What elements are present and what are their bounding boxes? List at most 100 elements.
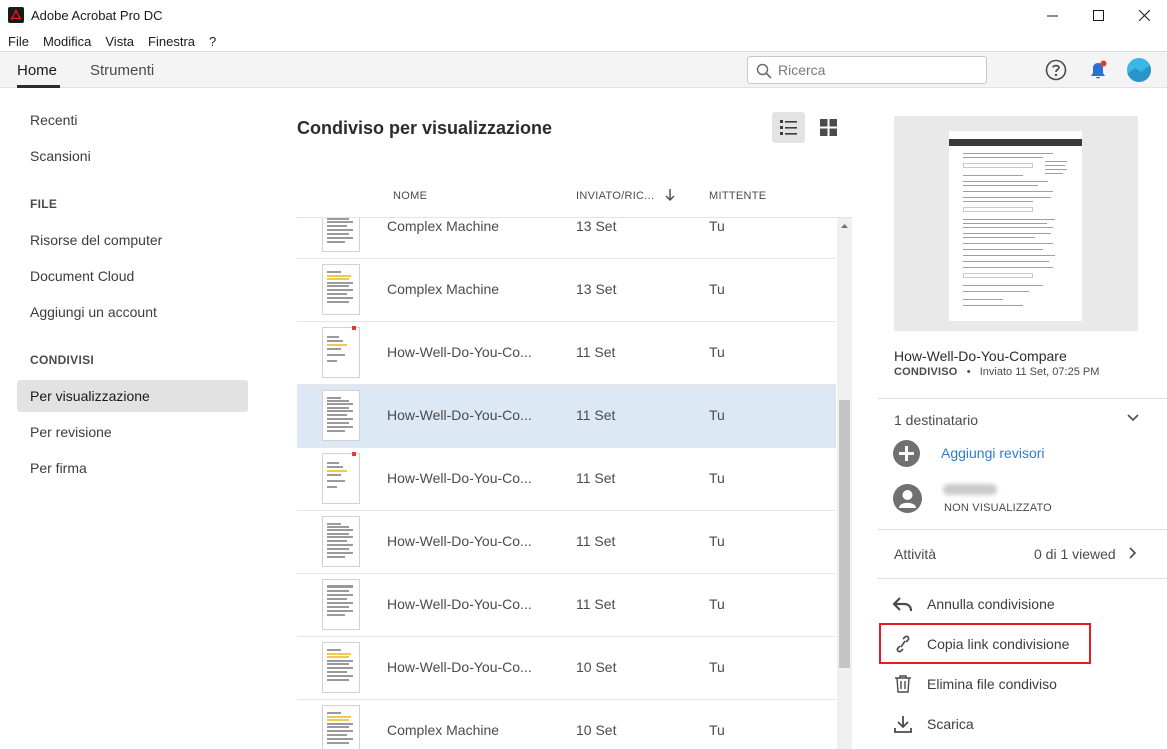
divider: [878, 578, 1167, 579]
download-icon: [894, 716, 912, 733]
file-thumbnail: [322, 264, 360, 315]
meta-separator: •: [960, 366, 977, 378]
file-thumbnail: [322, 452, 360, 504]
file-thumbnail: [322, 390, 360, 441]
file-thumbnail: [322, 516, 360, 567]
divider: [878, 398, 1167, 399]
recipients-count[interactable]: 1 destinatario: [894, 412, 978, 428]
search-box[interactable]: [747, 56, 987, 84]
menu-modifica[interactable]: Modifica: [43, 34, 91, 49]
close-button[interactable]: [1121, 0, 1167, 31]
file-thumbnail: [322, 326, 360, 378]
page-title: Condiviso per visualizzazione: [297, 118, 553, 138]
table-row[interactable]: How-Well-Do-You-Co... 11 Set Tu: [297, 511, 836, 574]
selected-file-meta: CONDIVISO • Inviato 11 Set, 07:25 PM: [894, 366, 1099, 378]
menu-help[interactable]: ?: [209, 34, 216, 49]
file-sender: Tu: [709, 407, 725, 423]
column-header-inviato[interactable]: INVIATO/RIC...: [576, 190, 654, 202]
scrollbar-thumb[interactable]: [839, 400, 850, 668]
menu-finestra[interactable]: Finestra: [148, 34, 195, 49]
document-preview[interactable]: [894, 116, 1138, 331]
column-header-nome[interactable]: NOME: [393, 190, 427, 202]
file-sent-date: 11 Set: [576, 407, 616, 423]
grid-view-button[interactable]: [812, 112, 845, 143]
file-sender: Tu: [709, 533, 725, 549]
sidebar-item-aggiungi-account[interactable]: Aggiungi un account: [17, 296, 248, 328]
unshare-label: Annulla condivisione: [927, 596, 1055, 612]
file-name: How-Well-Do-You-Co...: [387, 533, 532, 549]
search-input[interactable]: [778, 61, 978, 79]
table-row[interactable]: Complex Machine 13 Set Tu: [297, 218, 836, 259]
list-view-icon: [780, 120, 797, 135]
recipient-avatar-icon: [893, 484, 922, 513]
menu-bar: File Modifica Vista Finestra ?: [0, 31, 1167, 51]
file-name: How-Well-Do-You-Co...: [387, 659, 532, 675]
table-row[interactable]: Complex Machine 13 Set Tu: [297, 259, 836, 322]
grid-view-icon: [820, 119, 837, 136]
sidebar-item-scansioni[interactable]: Scansioni: [17, 140, 248, 172]
scroll-up-arrow-icon[interactable]: [837, 218, 852, 235]
divider: [878, 529, 1167, 530]
undo-share-icon: [892, 597, 913, 612]
tab-strumenti[interactable]: Strumenti: [90, 62, 154, 79]
table-row[interactable]: How-Well-Do-You-Co... 10 Set Tu: [297, 637, 836, 700]
sidebar-item-per-revisione[interactable]: Per revisione: [17, 416, 248, 448]
list-view-button[interactable]: [772, 112, 805, 143]
file-thumbnail: [322, 642, 360, 693]
top-navigation: Home Strumenti: [0, 51, 1167, 88]
file-sent-date: 10 Set: [576, 722, 617, 738]
chevron-down-icon[interactable]: [1127, 414, 1139, 422]
acrobat-logo-icon: [8, 7, 24, 23]
sidebar-item-document-cloud[interactable]: Document Cloud: [17, 260, 248, 292]
trash-icon: [895, 675, 911, 693]
chevron-right-icon[interactable]: [1129, 547, 1137, 559]
menu-file[interactable]: File: [8, 34, 29, 49]
sidebar-item-per-visualizzazione[interactable]: Per visualizzazione: [17, 380, 248, 412]
file-sent-date: 13 Set: [576, 218, 617, 234]
file-sent-date: 13 Set: [576, 281, 617, 297]
file-sent-date: 11 Set: [576, 470, 616, 486]
add-reviewers-link[interactable]: Aggiungi revisori: [941, 445, 1045, 461]
help-icon[interactable]: [1045, 59, 1067, 81]
file-thumbnail: [322, 705, 360, 749]
file-name: How-Well-Do-You-Co...: [387, 596, 532, 612]
file-sent-date: 11 Set: [576, 596, 616, 612]
table-row[interactable]: How-Well-Do-You-Co... 11 Set Tu: [297, 574, 836, 637]
tab-home[interactable]: Home: [17, 62, 57, 79]
notifications-bell-icon[interactable]: [1087, 59, 1109, 81]
file-name: How-Well-Do-You-Co...: [387, 344, 532, 360]
column-header-mittente[interactable]: MITTENTE: [709, 190, 766, 202]
search-icon: [756, 63, 772, 79]
sidebar-item-per-firma[interactable]: Per firma: [17, 452, 248, 484]
maximize-button[interactable]: [1075, 0, 1121, 31]
sidebar-item-risorse[interactable]: Risorse del computer: [17, 224, 248, 256]
activity-label[interactable]: Attività: [894, 546, 936, 562]
file-sender: Tu: [709, 722, 725, 738]
highlight-box: [879, 623, 1091, 664]
add-reviewers-icon[interactable]: [893, 440, 920, 467]
file-sent-date: 10 Set: [576, 659, 617, 675]
user-avatar[interactable]: [1127, 58, 1151, 82]
table-row[interactable]: How-Well-Do-You-Co... 11 Set Tu: [297, 448, 836, 511]
download-label: Scarica: [927, 716, 974, 732]
sort-descending-icon[interactable]: [664, 188, 676, 202]
file-name: Complex Machine: [387, 722, 500, 738]
active-tab-indicator: [17, 85, 60, 88]
table-row[interactable]: How-Well-Do-You-Co... 11 Set Tu: [297, 322, 836, 385]
menu-vista[interactable]: Vista: [105, 34, 134, 49]
file-sent-date: 11 Set: [576, 533, 616, 549]
file-name: How-Well-Do-You-Co...: [387, 470, 532, 486]
file-sender: Tu: [709, 659, 725, 675]
minimize-button[interactable]: [1029, 0, 1075, 31]
sidebar-item-recenti[interactable]: Recenti: [17, 104, 248, 136]
activity-viewed-count[interactable]: 0 di 1 viewed: [1034, 546, 1116, 562]
window-title: Adobe Acrobat Pro DC: [31, 8, 163, 23]
recipient-name-redacted: [943, 484, 997, 495]
file-sender: Tu: [709, 344, 725, 360]
sidebar-heading-file: FILE: [30, 197, 58, 211]
selected-file-name: How-Well-Do-You-Compare: [894, 348, 1067, 364]
file-name: How-Well-Do-You-Co...: [387, 407, 532, 423]
table-row[interactable]: How-Well-Do-You-Co... 11 Set Tu: [297, 385, 836, 448]
table-row[interactable]: Complex Machine 10 Set Tu: [297, 700, 836, 749]
sidebar-heading-condivisi: CONDIVISI: [30, 353, 95, 367]
